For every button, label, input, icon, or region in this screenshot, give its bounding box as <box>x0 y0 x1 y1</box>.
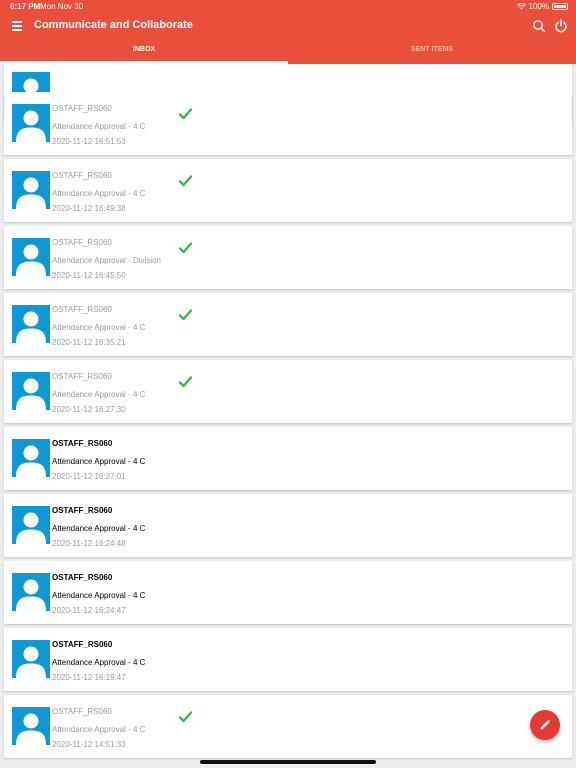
avatar <box>12 104 50 142</box>
message-sender: OSTAFF_RS060 <box>52 707 112 716</box>
message-item[interactable]: OSTAFF_RS060 Attendance Approval - 4 C 202… <box>4 561 572 624</box>
message-subject: Attendance Approval - 4 C <box>52 658 146 667</box>
avatar <box>12 573 50 611</box>
message-item[interactable]: OSTAFF_RS060 Attendance Approval - 4 C 202… <box>4 427 572 490</box>
avatar <box>12 707 50 745</box>
tab-sent-items[interactable]: SENT ITEMS <box>288 42 576 64</box>
message-subject: Attendance Approval - 4 C <box>52 591 146 600</box>
message-sender: OSTAFF_RS060 <box>52 506 113 515</box>
avatar <box>12 171 50 209</box>
message-timestamp: 2020-11-12 16:45:50 <box>52 271 126 280</box>
message-sender: OSTAFF_RS060 <box>52 573 113 582</box>
message-subject: Attendance Approval - 4 C <box>52 323 146 332</box>
battery-icon <box>552 3 568 10</box>
battery-percent: 100% <box>528 2 549 11</box>
message-subject: Attendance Approval - Division <box>52 256 161 265</box>
message-subject: Attendance Approval - 4 C <box>52 390 146 399</box>
status-date: Mon Nov 30 <box>40 2 84 11</box>
message-timestamp: 2020-11-12 16:35:21 <box>52 338 126 347</box>
message-timestamp: 2020-11-12 16:24:47 <box>52 606 126 615</box>
message-item[interactable]: OSTAFF_RS060 Attendance Approval - 4 C 202… <box>4 360 572 423</box>
message-item[interactable]: OSTAFF_RS060 Attendance Approval - 4 C 202… <box>4 293 572 356</box>
message-timestamp: 2020-11-12 14:51:33 <box>52 740 126 749</box>
message-timestamp: 2020-11-12 16:27:30 <box>52 405 126 414</box>
message-sender: OSTAFF_RS060 <box>52 640 113 649</box>
tab-bar: INBOX SENT ITEMS <box>0 42 576 64</box>
message-item[interactable]: OSTAFF_RS060 Attendance Approval - 4 C 202… <box>4 159 572 222</box>
message-sender: OSTAFF_RS060 <box>52 171 112 180</box>
search-icon[interactable] <box>532 19 546 33</box>
status-bar: 6:17 PM Mon Nov 30 100% <box>0 0 576 12</box>
message-subject: Attendance Approval - 4 C <box>52 189 146 198</box>
message-subject: Attendance Approval - 4 C <box>52 725 146 734</box>
message-list[interactable]: 2020-11-22 22:08:12OSTAFF_RS060Attendanc… <box>0 64 576 768</box>
message-sender: OSTAFF_RS060 <box>52 104 112 113</box>
compose-button[interactable] <box>530 710 560 740</box>
wifi-icon <box>516 3 526 10</box>
page-title: Communicate and Collaborate <box>34 19 193 31</box>
message-sender: OSTAFF_RS060 <box>52 372 112 381</box>
message-item[interactable]: OSTAFF_RS060 Attendance Approval - 4 C 202… <box>4 494 572 557</box>
avatar <box>12 305 50 343</box>
app-header: Communicate and Collaborate <box>0 12 576 42</box>
power-icon[interactable] <box>554 19 568 33</box>
avatar <box>12 506 50 544</box>
avatar <box>12 439 50 477</box>
message-item[interactable]: OSTAFF_RS060 Attendance Approval - 4 C 202… <box>4 695 572 758</box>
avatar <box>12 372 50 410</box>
avatar <box>12 238 50 276</box>
menu-icon[interactable] <box>12 21 22 31</box>
checkmark-icon <box>178 375 193 388</box>
checkmark-icon <box>178 174 193 187</box>
message-sender: OSTAFF_RS060 <box>52 238 112 247</box>
checkmark-icon <box>178 107 193 120</box>
checkmark-icon <box>178 710 193 723</box>
message-timestamp: 2020-11-12 16:51:53 <box>52 137 126 146</box>
checkmark-icon <box>178 241 193 254</box>
status-right: 100% <box>516 2 568 11</box>
message-timestamp: 2020-11-12 16:49:38 <box>52 204 126 213</box>
status-time: 6:17 PM <box>10 2 41 11</box>
home-indicator <box>200 760 376 764</box>
message-timestamp: 2020-11-12 16:19:47 <box>52 673 126 682</box>
message-item[interactable]: OSTAFF_RS060 Attendance Approval - Divisi… <box>4 226 572 289</box>
message-timestamp: 2020-11-12 16:27:01 <box>52 472 126 481</box>
message-sender: OSTAFF_RS060 <box>52 305 112 314</box>
checkmark-icon <box>178 308 193 321</box>
message-sender: OSTAFF_RS060 <box>52 439 113 448</box>
pencil-icon <box>540 719 551 730</box>
message-item[interactable]: OSTAFF_RS060 Attendance Approval - 4 C 202… <box>4 628 572 691</box>
message-item[interactable]: OSTAFF_RS060 Attendance Approval - 4 C 202… <box>4 92 572 155</box>
message-subject: Attendance Approval - 4 C <box>52 122 146 131</box>
message-timestamp: 2020-11-12 16:24:48 <box>52 539 126 548</box>
tab-inbox[interactable]: INBOX <box>0 42 288 64</box>
message-subject: Attendance Approval - 4 C <box>52 457 146 466</box>
message-subject: Attendance Approval - 4 C <box>52 524 146 533</box>
avatar <box>12 640 50 678</box>
